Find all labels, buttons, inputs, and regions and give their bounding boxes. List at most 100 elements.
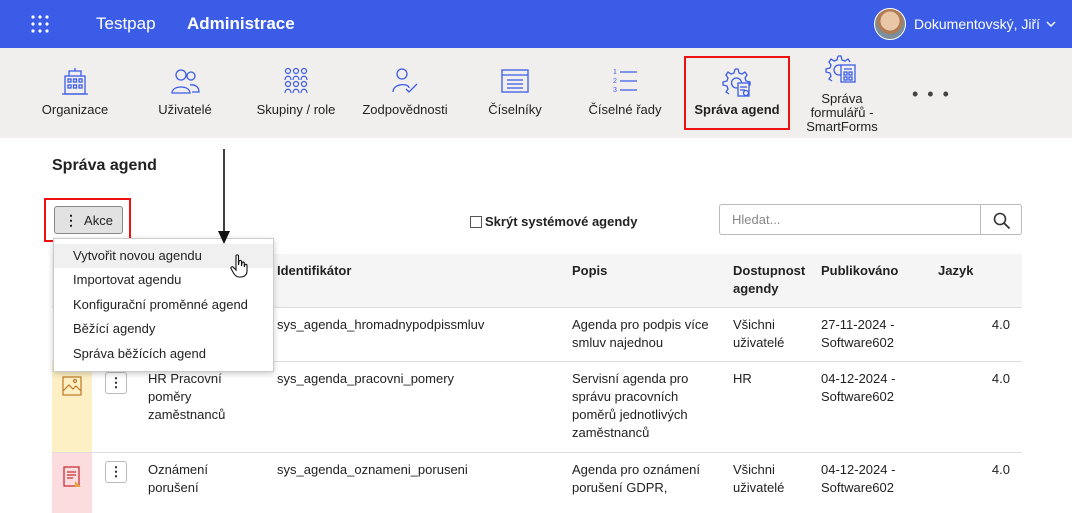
menu-item-running-agendas[interactable]: Běžící agendy xyxy=(54,317,273,341)
toolbar-item-uzivatele[interactable]: Uživatelé xyxy=(144,48,226,138)
row-published: 04-12-2024 - Software602 xyxy=(821,370,895,406)
row-description: Servisní agenda pro správu pracovních po… xyxy=(572,370,688,442)
row-name: Oznámení porušení xyxy=(148,461,208,497)
search-button[interactable] xyxy=(980,204,1022,235)
toolbar-item-label: Uživatelé xyxy=(158,102,212,117)
row-availability: Všichni uživatelé xyxy=(733,316,784,352)
avatar xyxy=(874,8,906,40)
app-grid-icon[interactable] xyxy=(30,14,50,34)
table-row[interactable]: ⋮ Oznámení porušení sys_agenda_oznameni_… xyxy=(52,453,1022,513)
published-line: 04-12-2024 - xyxy=(821,371,896,386)
hand-cursor-icon xyxy=(230,254,248,278)
list-window-icon xyxy=(501,69,529,93)
brand-link[interactable]: Testpap xyxy=(96,14,156,34)
akce-highlight: ⋮ Akce xyxy=(44,198,131,242)
toolbar-item-ciselniky[interactable]: Číselníky xyxy=(474,48,556,138)
published-line: Software602 xyxy=(821,480,894,495)
row-availability: HR xyxy=(733,370,752,388)
description-line: smluv najednou xyxy=(572,335,664,350)
col-availability[interactable]: Dostupnost agendy xyxy=(733,262,805,298)
col-identifier[interactable]: Identifikátor xyxy=(277,262,351,280)
availability-line: HR xyxy=(733,371,752,386)
row-name: HR Pracovní poměry zaměstnanců xyxy=(148,370,225,424)
name-line: HR Pracovní xyxy=(148,371,222,386)
name-line: poměry xyxy=(148,389,192,404)
description-line: Agenda pro podpis více xyxy=(572,317,709,332)
toolbar-item-skupiny[interactable]: Skupiny / role xyxy=(248,48,344,138)
name-line: Oznámení xyxy=(148,462,208,477)
row-availability: Všichni uživatelé xyxy=(733,461,784,497)
toolbar-item-sprava-formularu[interactable]: Správa formulářů - SmartForms xyxy=(796,48,888,138)
annotation-arrow-icon xyxy=(218,149,230,244)
toolbar-item-label: Číselníky xyxy=(488,102,542,117)
toolbar-item-label: Organizace xyxy=(41,102,109,117)
col-description[interactable]: Popis xyxy=(572,262,607,280)
row-published: 04-12-2024 - Software602 xyxy=(821,461,895,497)
menu-item-config-variables[interactable]: Konfigurační proměnné agend xyxy=(54,293,273,317)
row-description: Agenda pro oznámení porušení GDPR, xyxy=(572,461,700,497)
users-icon xyxy=(171,69,200,94)
description-line: Servisní agenda pro xyxy=(572,371,689,386)
toolbar-item-organizace[interactable]: Organizace xyxy=(34,48,116,138)
search-icon xyxy=(993,212,1011,230)
user-menu[interactable]: Dokumentovský, Jiří xyxy=(874,8,1056,40)
svg-text:2: 2 xyxy=(613,78,617,85)
svg-text:1: 1 xyxy=(613,69,617,76)
row-identifier: sys_agenda_oznameni_poruseni xyxy=(277,462,468,477)
row-color-strip xyxy=(52,362,92,452)
toolbar-item-label: Zodpovědnosti xyxy=(362,102,448,117)
toolbar-item-label: Správa formulářů - SmartForms xyxy=(806,91,878,134)
akce-button[interactable]: ⋮ Akce xyxy=(54,206,123,234)
toolbar-item-label: Správa agend xyxy=(694,102,780,117)
hide-system-label: Skrýt systémové agendy xyxy=(485,214,638,229)
hide-system-agendas[interactable]: Skrýt systémové agendy xyxy=(470,214,637,229)
row-color-strip xyxy=(52,453,92,513)
groups-icon xyxy=(284,67,308,94)
col-availability-line1: Dostupnost xyxy=(733,263,806,278)
row-version: 4.0 xyxy=(991,371,1010,386)
availability-line: uživatelé xyxy=(733,480,785,495)
toolbar-item-ciselne-rady[interactable]: 1 2 3 Číselné řady xyxy=(582,48,668,138)
col-language[interactable]: Jazyk xyxy=(938,262,973,280)
row-published: 27-11-2024 - Software602 xyxy=(821,316,894,352)
numbered-list-icon: 1 2 3 xyxy=(613,69,637,94)
row-identifier: sys_agenda_pracovni_pomery xyxy=(277,371,455,386)
svg-text:3: 3 xyxy=(613,87,617,94)
menu-item-manage-running[interactable]: Správa běžících agend xyxy=(54,342,273,366)
description-line: správu pracovních xyxy=(572,389,679,404)
search-input[interactable]: Hledat... xyxy=(719,204,981,235)
description-line: porušení GDPR, xyxy=(572,480,668,495)
availability-line: uživatelé xyxy=(733,335,785,350)
table-row[interactable]: ⋮ HR Pracovní poměry zaměstnanců sys_age… xyxy=(52,362,1022,453)
col-availability-line2: agendy xyxy=(733,281,779,296)
description-line: zaměstnanců xyxy=(572,425,650,440)
row-menu-button[interactable]: ⋮ xyxy=(105,461,127,483)
published-line: 04-12-2024 - xyxy=(821,462,896,477)
gear-document-icon xyxy=(722,68,751,97)
user-name: Dokumentovský, Jiří xyxy=(914,16,1041,32)
gear-form-icon xyxy=(825,55,856,83)
toolbar-item-sprava-agend[interactable]: Správa agend xyxy=(684,56,790,130)
row-version: 4.0 xyxy=(991,317,1010,332)
user-check-icon xyxy=(392,68,418,93)
name-line: zaměstnanců xyxy=(148,407,226,422)
toolbar-item-zodpovednosti[interactable]: Zodpovědnosti xyxy=(356,48,454,138)
image-document-icon xyxy=(62,376,82,396)
more-icon[interactable]: • • • xyxy=(912,84,951,105)
name-line: porušení xyxy=(148,480,199,495)
hide-system-checkbox[interactable] xyxy=(470,215,482,228)
report-document-icon xyxy=(63,466,81,487)
published-line: Software602 xyxy=(821,335,894,350)
row-identifier: sys_agenda_hromadnypodpissmluv xyxy=(277,317,485,332)
col-published[interactable]: Publikováno xyxy=(821,262,898,280)
description-line: poměrů jednotlivých xyxy=(572,407,688,422)
description-line: Agenda pro oznámení xyxy=(572,462,700,477)
building-icon xyxy=(62,68,88,95)
published-line: Software602 xyxy=(821,389,894,404)
row-menu-button[interactable]: ⋮ xyxy=(105,372,127,394)
row-description: Agenda pro podpis více smluv najednou xyxy=(572,316,709,352)
published-line: 27-11-2024 - xyxy=(821,317,895,332)
section-title[interactable]: Administrace xyxy=(187,14,295,34)
toolbar-item-label: Skupiny / role xyxy=(256,102,336,117)
chevron-down-icon xyxy=(1046,21,1056,27)
